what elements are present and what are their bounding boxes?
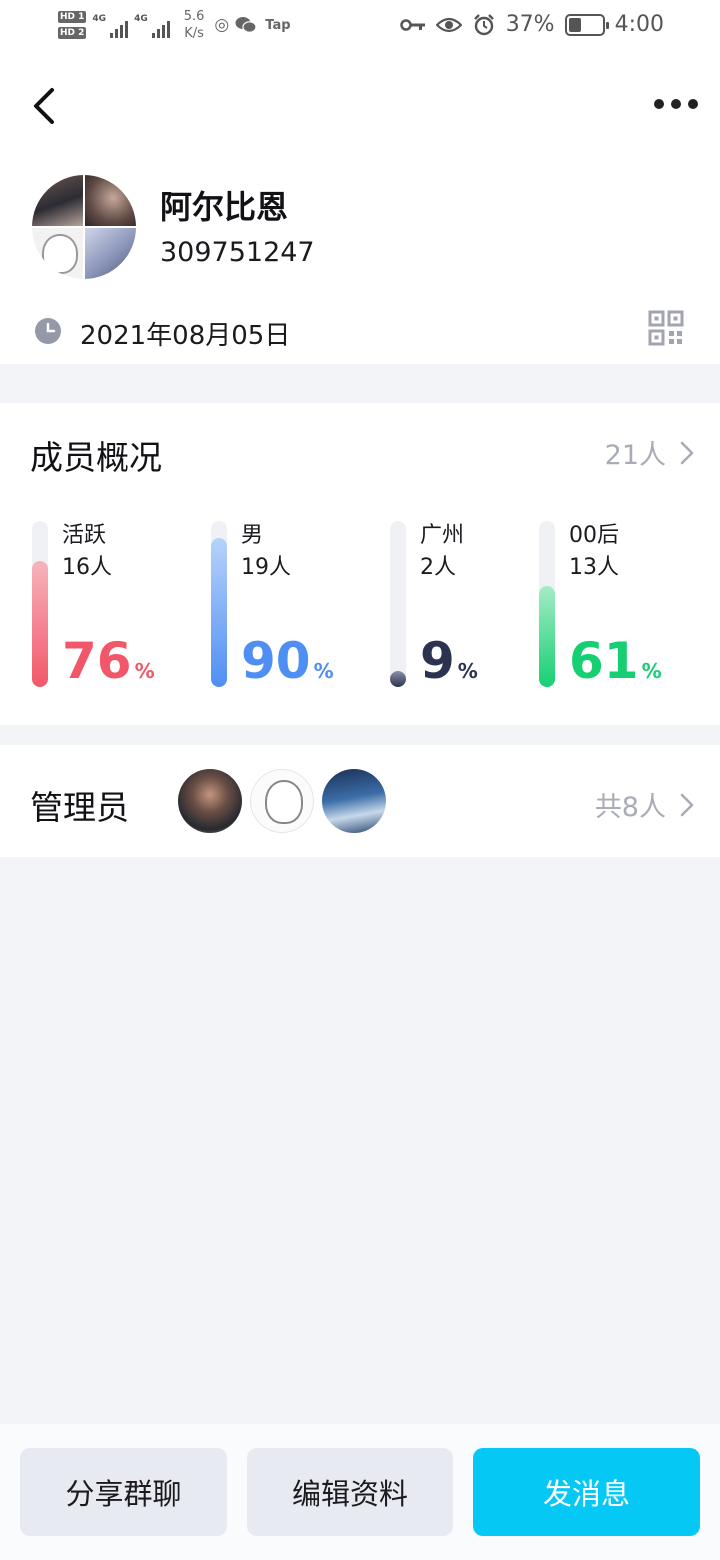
stat-bar-fill [390, 671, 406, 687]
member-photo-1 [32, 175, 83, 226]
admin-avatar[interactable] [322, 769, 386, 833]
admins-total-link[interactable]: 共8人 [595, 785, 694, 824]
admins-card[interactable]: 管理员 共8人 [0, 745, 720, 857]
more-dot-icon [688, 99, 698, 109]
stat-percent: 61% [569, 633, 662, 699]
stat-bar-fill [211, 538, 227, 687]
battery-percent: 37% [505, 12, 555, 37]
member-photo-3 [32, 228, 83, 279]
battery-icon [564, 13, 609, 36]
edit-profile-button[interactable]: 编辑资料 [247, 1448, 453, 1536]
stat-label: 男 [241, 523, 264, 548]
stat-percent: 9% [420, 633, 478, 699]
stat-percent-value: 76 [62, 632, 132, 690]
network-label-2: 4G [134, 14, 148, 24]
bottom-action-bar: 分享群聊 编辑资料 发消息 [0, 1424, 720, 1560]
admin-avatar[interactable] [178, 769, 242, 833]
admin-avatar-list [178, 769, 386, 833]
members-total: 21人 [604, 440, 666, 471]
network-label-1: 4G [92, 14, 107, 24]
key-icon [399, 18, 425, 31]
stat-bar-track [539, 521, 555, 687]
stat-percent-value: 61 [569, 632, 639, 690]
created-date: 2021年08月05日 [80, 321, 291, 351]
back-button[interactable] [28, 84, 64, 128]
stat-percent: 76% [62, 633, 155, 699]
member-photo-2 [85, 175, 136, 226]
stat-percent-unit: % [313, 659, 334, 683]
signal-icon-2 [151, 18, 170, 38]
group-name: 阿尔比恩 [160, 188, 289, 226]
send-message-button[interactable]: 发消息 [473, 1448, 700, 1536]
share-group-button[interactable]: 分享群聊 [20, 1448, 227, 1536]
more-dot-icon [671, 99, 681, 109]
status-left: HD 1 HD 2 4G 4G 5.6 K/s ◎ Tap [58, 8, 291, 42]
members-overview-card[interactable]: 成员概况 21人 活跃 16人 76% 男 19人 90% 广州 2人 9% 0… [0, 403, 720, 725]
stat-age-group: 00后 13人 61% [539, 521, 699, 689]
stat-count: 19人 [241, 555, 291, 580]
stat-percent-value: 9 [420, 632, 455, 690]
stat-label: 00后 [569, 523, 619, 548]
qr-code-icon[interactable] [648, 310, 684, 346]
admins-title: 管理员 [30, 788, 129, 827]
signal-icon-1 [110, 18, 129, 38]
more-dot-icon [654, 99, 664, 109]
more-button[interactable] [648, 92, 704, 116]
battery-fill [568, 17, 581, 32]
network-speed: 5.6 K/s [184, 8, 205, 42]
speed-unit: K/s [184, 26, 204, 41]
status-bar: HD 1 HD 2 4G 4G 5.6 K/s ◎ Tap 37% 4:00 [0, 0, 720, 56]
member-photo-4 [85, 228, 136, 279]
stat-count: 13人 [569, 555, 619, 580]
stat-percent-unit: % [134, 659, 155, 683]
stat-label: 活跃 [62, 523, 107, 548]
stat-count: 2人 [420, 555, 456, 580]
chevron-right-icon [680, 441, 694, 464]
wechat-icon [235, 17, 257, 33]
admin-avatar[interactable] [250, 769, 314, 833]
stat-bar-track [211, 521, 227, 687]
alarm-icon [473, 13, 494, 35]
stat-percent-unit: % [457, 659, 478, 683]
stat-bar-fill [539, 586, 555, 687]
members-total-link[interactable]: 21人 [605, 433, 694, 472]
stat-male: 男 19人 90% [211, 521, 371, 689]
stat-region: 广州 2人 9% [390, 521, 550, 689]
chevron-right-icon [680, 793, 694, 816]
stat-label: 广州 [420, 523, 465, 548]
stat-percent-value: 90 [241, 632, 311, 690]
stat-count: 16人 [62, 555, 112, 580]
tap-label: Tap [265, 17, 291, 33]
hd1-badge: HD 1 [58, 11, 87, 23]
stat-percent: 90% [241, 633, 334, 699]
target-icon: ◎ [214, 15, 230, 35]
stat-active: 活跃 16人 76% [32, 521, 192, 689]
stat-bar-fill [32, 561, 48, 687]
hd2-badge: HD 2 [58, 27, 87, 39]
clock-time: 4:00 [614, 12, 664, 37]
sim-indicators: HD 1 HD 2 [58, 11, 87, 39]
group-header: 阿尔比恩 309751247 2021年08月05日 [0, 56, 720, 364]
status-right: 37% 4:00 [399, 12, 664, 37]
speed-value: 5.6 [183, 9, 205, 24]
stat-bar-track [390, 521, 406, 687]
stat-bar-track [32, 521, 48, 687]
admins-total: 共8人 [594, 792, 666, 823]
eye-icon [435, 17, 462, 32]
group-avatar[interactable] [32, 175, 136, 279]
members-overview-title: 成员概况 [30, 438, 162, 477]
stat-percent-unit: % [641, 659, 662, 683]
group-id: 309751247 [160, 237, 315, 268]
clock-icon [35, 318, 61, 344]
